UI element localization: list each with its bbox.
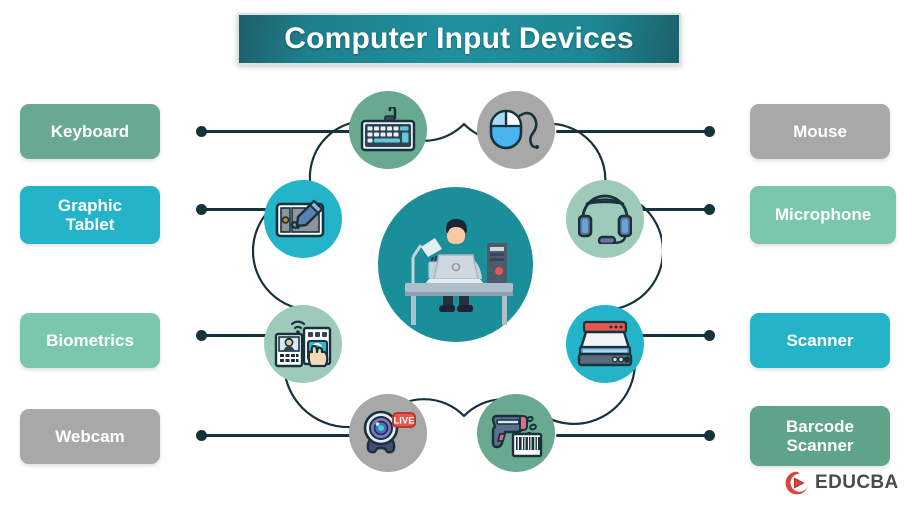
label-microphone-text: Microphone <box>774 205 872 225</box>
connector-line-scanner <box>640 334 710 337</box>
icon-circle-mouse[interactable] <box>477 91 555 169</box>
icon-circle-barcode-scanner[interactable] <box>477 394 555 472</box>
connector-line-mouse <box>556 130 710 133</box>
label-mouse-text: Mouse <box>793 121 847 141</box>
connector-line-webcam <box>204 434 354 437</box>
educba-logo[interactable]: EDUCBA <box>784 470 899 496</box>
label-biometrics-text: Biometrics <box>46 330 134 350</box>
connector-dot-microphone <box>704 204 715 215</box>
infographic-canvas: Computer Input Devices Keyboard Graphic … <box>0 0 912 508</box>
connector-dot-scanner <box>704 330 715 341</box>
connector-line-graphic-tablet <box>204 208 270 211</box>
headset-microphone-icon <box>578 194 632 244</box>
biometrics-icon <box>274 320 332 368</box>
label-scanner-text: Scanner <box>786 330 854 350</box>
webcam-icon: LIVE <box>363 410 416 454</box>
graphic-tablet-icon <box>275 199 325 238</box>
label-mouse[interactable]: Mouse <box>750 104 890 159</box>
label-biometrics[interactable]: Biometrics <box>20 313 160 368</box>
connector-line-microphone <box>640 208 710 211</box>
educba-play-circle-icon <box>785 471 809 495</box>
label-scanner[interactable]: Scanner <box>750 313 890 368</box>
label-barcode-scanner-line2: Scanner <box>786 436 854 455</box>
page-title: Computer Input Devices <box>237 13 681 65</box>
connector-dot-barcode-scanner <box>704 430 715 441</box>
educba-logo-text: EDUCBA <box>815 472 899 493</box>
label-graphic-tablet[interactable]: Graphic Tablet <box>20 186 160 244</box>
icon-circle-scanner[interactable] <box>566 305 644 383</box>
label-webcam-text: Webcam <box>55 426 125 446</box>
icon-circle-graphic-tablet[interactable] <box>264 180 342 258</box>
connector-line-barcode-scanner <box>556 434 710 437</box>
page-title-text: Computer Input Devices <box>284 22 634 55</box>
barcode-scanner-icon <box>491 414 543 458</box>
icon-circle-microphone[interactable] <box>566 180 644 258</box>
connector-dot-mouse <box>704 126 715 137</box>
label-graphic-tablet-line2: Tablet <box>65 215 115 234</box>
mouse-icon <box>489 109 539 150</box>
label-webcam[interactable]: Webcam <box>20 409 160 464</box>
label-keyboard-text: Keyboard <box>50 121 130 141</box>
label-graphic-tablet-line1: Graphic <box>57 195 123 215</box>
label-barcode-scanner-line1: Barcode <box>785 416 855 436</box>
icon-circle-webcam[interactable]: LIVE <box>349 394 427 472</box>
connector-line-biometrics <box>204 334 270 337</box>
person-at-desk-with-computer-icon <box>404 218 513 325</box>
center-hub-circle <box>378 187 533 342</box>
icon-circle-biometrics[interactable] <box>264 305 342 383</box>
icon-circle-keyboard[interactable] <box>349 91 427 169</box>
label-keyboard[interactable]: Keyboard <box>20 104 160 159</box>
label-barcode-scanner[interactable]: Barcode Scanner <box>750 406 890 466</box>
flatbed-scanner-icon <box>577 320 633 367</box>
keyboard-icon <box>360 107 416 152</box>
label-microphone[interactable]: Microphone <box>750 186 896 244</box>
svg-text:LIVE: LIVE <box>393 416 414 427</box>
connector-line-keyboard <box>204 130 354 133</box>
